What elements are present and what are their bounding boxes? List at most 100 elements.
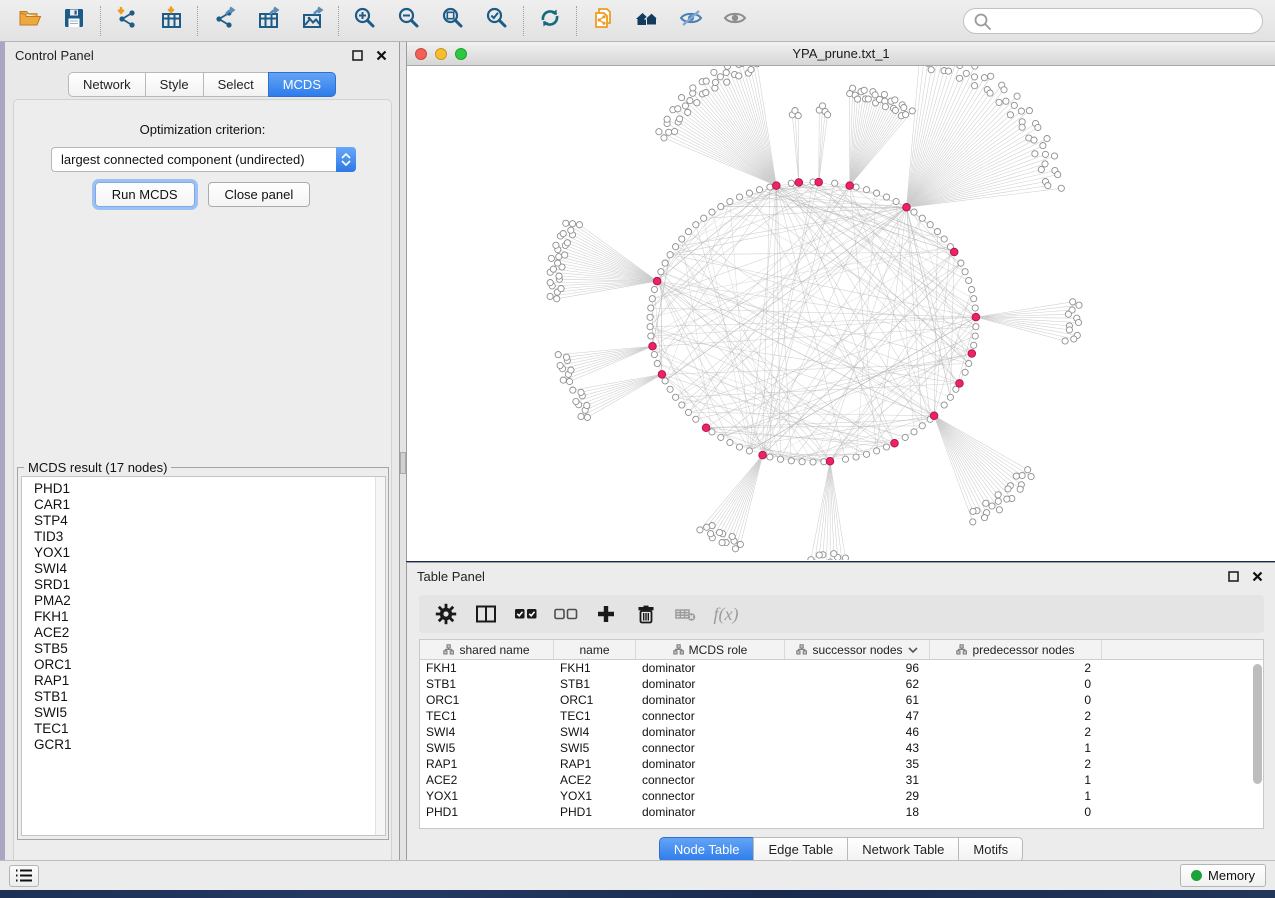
cell-predecessor-nodes[interactable]: 0: [930, 692, 1102, 708]
cell-predecessor-nodes[interactable]: 0: [930, 676, 1102, 692]
cell-successor-nodes[interactable]: 62: [785, 676, 930, 692]
table-row[interactable]: YOX1YOX1connector291: [420, 788, 1263, 804]
mcds-list-scrollbar[interactable]: [375, 477, 385, 835]
cell-shared-name[interactable]: RAP1: [420, 756, 554, 772]
cell-name[interactable]: RAP1: [554, 756, 636, 772]
zoom-fit-button[interactable]: [431, 4, 475, 38]
network-graph-canvas[interactable]: [407, 66, 1275, 560]
cell-shared-name[interactable]: SWI5: [420, 740, 554, 756]
table-row[interactable]: ACE2ACE2connector311: [420, 772, 1263, 788]
cell-successor-nodes[interactable]: 29: [785, 788, 930, 804]
cell-name[interactable]: TEC1: [554, 708, 636, 724]
float-table-panel-icon[interactable]: [1225, 568, 1241, 584]
cell-predecessor-nodes[interactable]: 1: [930, 772, 1102, 788]
hide-selected-button[interactable]: [669, 4, 713, 38]
cell-name[interactable]: YOX1: [554, 788, 636, 804]
tab-mcds[interactable]: MCDS: [268, 72, 336, 97]
window-minimize-light[interactable]: [435, 48, 447, 60]
cell-MCDS-role[interactable]: connector: [636, 772, 785, 788]
mcds-result-item[interactable]: GCR1: [34, 737, 385, 753]
window-zoom-light[interactable]: [455, 48, 467, 60]
cell-MCDS-role[interactable]: dominator: [636, 756, 785, 772]
cell-predecessor-nodes[interactable]: 1: [930, 740, 1102, 756]
export-table-button[interactable]: [246, 4, 290, 38]
column-header-shared-name[interactable]: shared name: [420, 640, 554, 659]
cell-predecessor-nodes[interactable]: 1: [930, 788, 1102, 804]
cell-successor-nodes[interactable]: 43: [785, 740, 930, 756]
float-panel-icon[interactable]: [349, 47, 365, 63]
cell-predecessor-nodes[interactable]: 2: [930, 756, 1102, 772]
cell-MCDS-role[interactable]: connector: [636, 740, 785, 756]
table-scrollbar-thumb[interactable]: [1253, 664, 1262, 784]
cell-MCDS-role[interactable]: connector: [636, 788, 785, 804]
cell-name[interactable]: FKH1: [554, 660, 636, 676]
cell-name[interactable]: ORC1: [554, 692, 636, 708]
table-row[interactable]: SWI5SWI5connector431: [420, 740, 1263, 756]
create-column-button[interactable]: [589, 599, 623, 629]
cell-successor-nodes[interactable]: 18: [785, 804, 930, 820]
cell-predecessor-nodes[interactable]: 2: [930, 660, 1102, 676]
run-mcds-button[interactable]: Run MCDS: [95, 182, 195, 207]
mcds-result-item[interactable]: PHD1: [34, 481, 385, 497]
column-header-MCDS-role[interactable]: MCDS role: [636, 640, 785, 659]
mcds-result-item[interactable]: STB5: [34, 641, 385, 657]
cell-shared-name[interactable]: ACE2: [420, 772, 554, 788]
cell-shared-name[interactable]: FKH1: [420, 660, 554, 676]
open-file-button[interactable]: [8, 4, 52, 38]
cell-shared-name[interactable]: ORC1: [420, 692, 554, 708]
mcds-result-item[interactable]: RAP1: [34, 673, 385, 689]
table-row[interactable]: STB1STB1dominator620: [420, 676, 1263, 692]
first-neighbors-button[interactable]: [625, 4, 669, 38]
import-table-button[interactable]: [149, 4, 193, 38]
mcds-result-item[interactable]: FKH1: [34, 609, 385, 625]
zoom-selected-button[interactable]: [475, 4, 519, 38]
cell-name[interactable]: ACE2: [554, 772, 636, 788]
mcds-result-item[interactable]: CAR1: [34, 497, 385, 513]
task-history-button[interactable]: [9, 865, 39, 887]
cell-shared-name[interactable]: STB1: [420, 676, 554, 692]
cell-shared-name[interactable]: YOX1: [420, 788, 554, 804]
table-row[interactable]: ORC1ORC1dominator610: [420, 692, 1263, 708]
close-table-panel-icon[interactable]: [1249, 568, 1265, 584]
mcds-result-item[interactable]: TEC1: [34, 721, 385, 737]
criterion-select[interactable]: largest connected component (undirected): [51, 147, 356, 172]
mcds-result-item[interactable]: SWI4: [34, 561, 385, 577]
column-header-predecessor-nodes[interactable]: predecessor nodes: [930, 640, 1102, 659]
column-header-name[interactable]: name: [554, 640, 636, 659]
column-header-successor-nodes[interactable]: successor nodes: [785, 640, 930, 659]
table-row[interactable]: SWI4SWI4dominator462: [420, 724, 1263, 740]
table-row[interactable]: FKH1FKH1dominator962: [420, 660, 1263, 676]
cell-name[interactable]: SWI5: [554, 740, 636, 756]
cell-MCDS-role[interactable]: dominator: [636, 660, 785, 676]
mcds-result-item[interactable]: STB1: [34, 689, 385, 705]
tab-motifs[interactable]: Motifs: [958, 837, 1023, 862]
cell-successor-nodes[interactable]: 46: [785, 724, 930, 740]
cell-successor-nodes[interactable]: 61: [785, 692, 930, 708]
mcds-result-item[interactable]: SWI5: [34, 705, 385, 721]
close-panel-button[interactable]: Close panel: [208, 182, 311, 207]
window-close-light[interactable]: [415, 48, 427, 60]
cell-MCDS-role[interactable]: dominator: [636, 692, 785, 708]
save-session-button[interactable]: [52, 4, 96, 38]
mcds-result-item[interactable]: PMA2: [34, 593, 385, 609]
import-network-button[interactable]: [105, 4, 149, 38]
mcds-result-item[interactable]: ORC1: [34, 657, 385, 673]
cell-successor-nodes[interactable]: 35: [785, 756, 930, 772]
table-row[interactable]: RAP1RAP1dominator352: [420, 756, 1263, 772]
export-image-button[interactable]: [290, 4, 334, 38]
deselect-all-button[interactable]: [549, 599, 583, 629]
cell-successor-nodes[interactable]: 96: [785, 660, 930, 676]
cell-name[interactable]: STB1: [554, 676, 636, 692]
cell-name[interactable]: PHD1: [554, 804, 636, 820]
memory-button[interactable]: Memory: [1180, 864, 1266, 887]
cell-shared-name[interactable]: PHD1: [420, 804, 554, 820]
table-row[interactable]: TEC1TEC1connector472: [420, 708, 1263, 724]
mcds-result-listbox[interactable]: PHD1CAR1STP4TID3YOX1SWI4SRD1PMA2FKH1ACE2…: [21, 476, 386, 836]
zoom-out-button[interactable]: [387, 4, 431, 38]
cell-MCDS-role[interactable]: dominator: [636, 804, 785, 820]
tab-network-table[interactable]: Network Table: [847, 837, 958, 862]
tab-select[interactable]: Select: [203, 72, 268, 97]
select-all-button[interactable]: [509, 599, 543, 629]
cell-name[interactable]: SWI4: [554, 724, 636, 740]
tab-network[interactable]: Network: [68, 72, 145, 97]
